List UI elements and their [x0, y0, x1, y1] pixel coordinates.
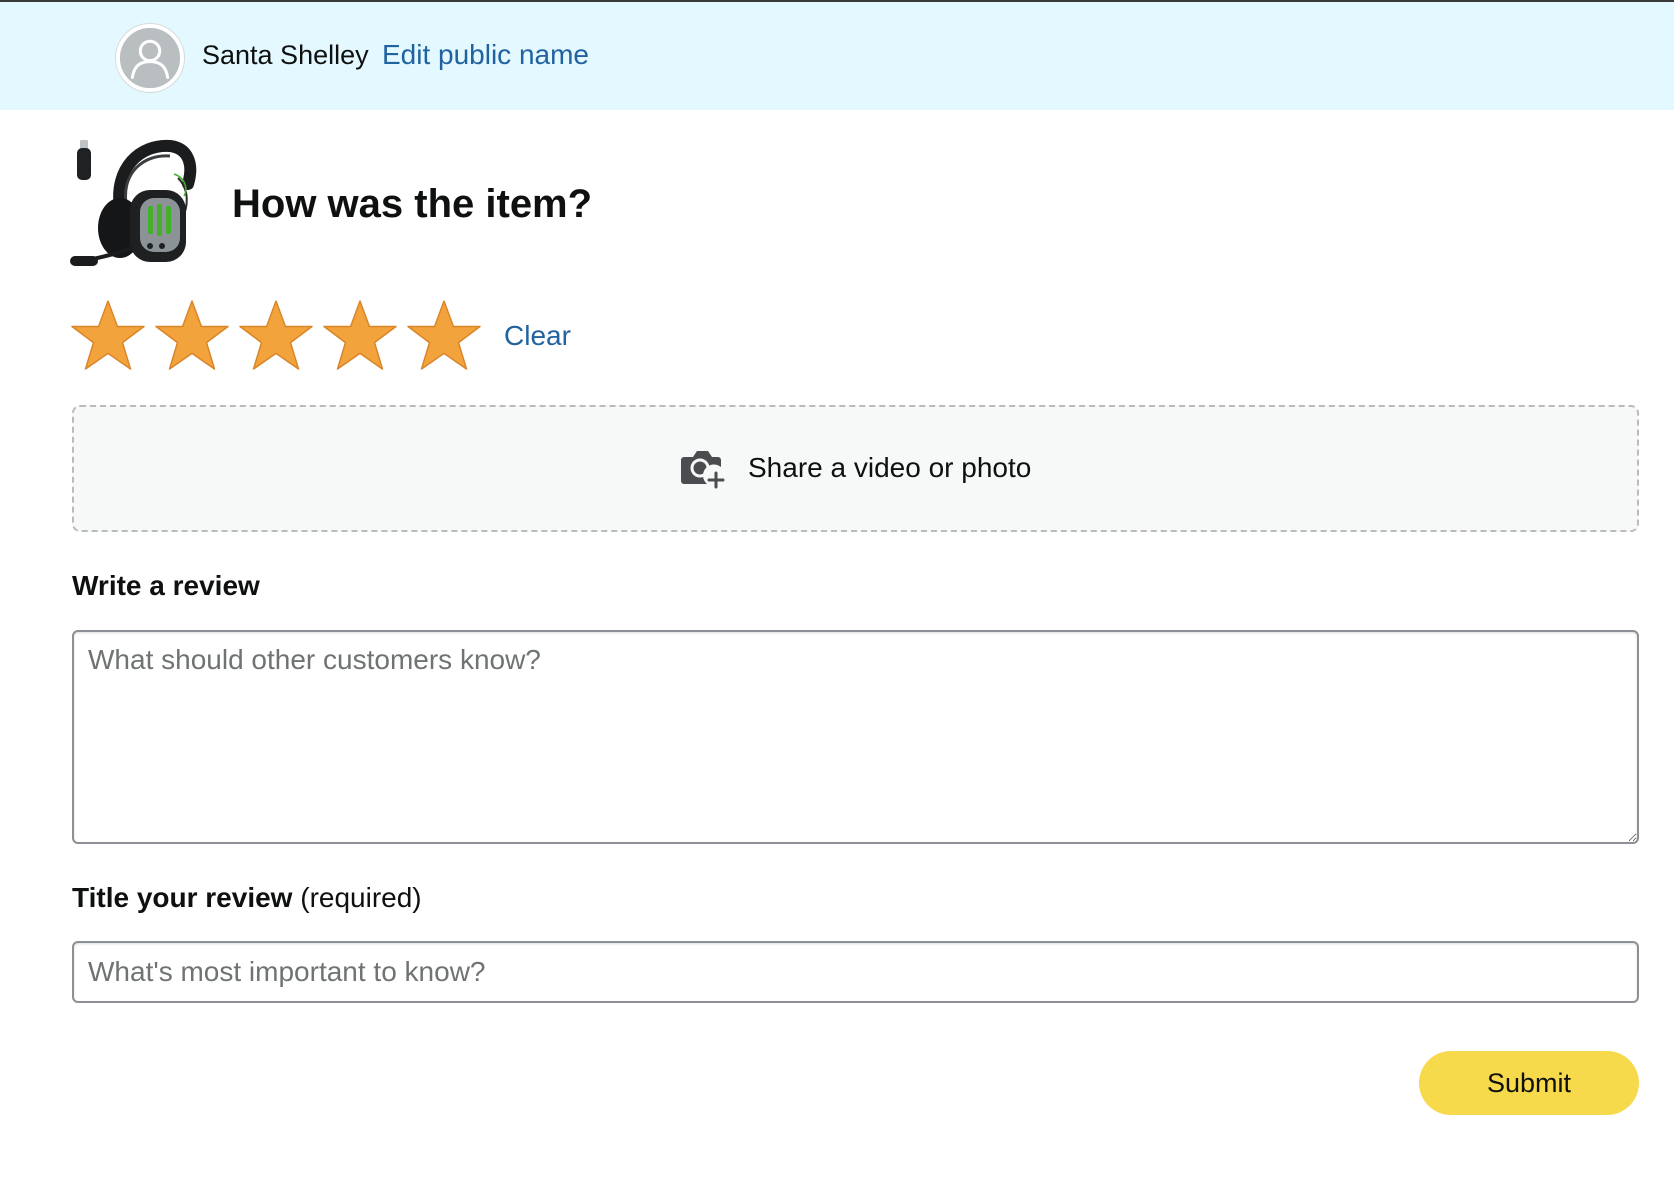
submit-button[interactable]: Submit	[1419, 1051, 1639, 1115]
headset-icon	[70, 139, 197, 266]
profile-header: Santa Shelley Edit public name	[0, 0, 1674, 110]
share-media-content: Share a video or photo	[680, 447, 1031, 489]
write-review-label: Write a review	[72, 570, 260, 601]
star-icon	[155, 300, 229, 370]
star-2[interactable]	[154, 298, 230, 374]
product-image	[70, 138, 202, 272]
title-review-label: Title your review (required)	[72, 882, 422, 914]
title-required-note: (required)	[292, 882, 422, 913]
star-icon	[71, 300, 145, 370]
star-icon	[323, 300, 397, 370]
star-3[interactable]	[238, 298, 314, 374]
star-icon	[239, 300, 313, 370]
camera-plus-icon	[680, 447, 726, 489]
review-textarea[interactable]	[72, 630, 1639, 844]
title-review-label-bold: Title your review	[72, 882, 293, 913]
star-1[interactable]	[70, 298, 146, 374]
clear-rating-link[interactable]: Clear	[504, 320, 571, 352]
review-title-input[interactable]	[72, 941, 1639, 1003]
avatar	[116, 24, 184, 92]
share-media-label: Share a video or photo	[748, 452, 1032, 483]
edit-public-name-link[interactable]: Edit public name	[382, 39, 589, 71]
star-5[interactable]	[406, 298, 482, 374]
star-rating	[70, 298, 482, 374]
star-icon	[407, 300, 481, 370]
star-4[interactable]	[322, 298, 398, 374]
user-name: Santa Shelley	[202, 40, 369, 70]
share-media-dropzone[interactable]: Share a video or photo	[72, 405, 1639, 532]
user-avatar-icon	[120, 28, 180, 88]
page-heading: How was the item?	[232, 182, 593, 226]
review-page: Santa Shelley Edit public name How was t…	[0, 0, 1674, 1186]
